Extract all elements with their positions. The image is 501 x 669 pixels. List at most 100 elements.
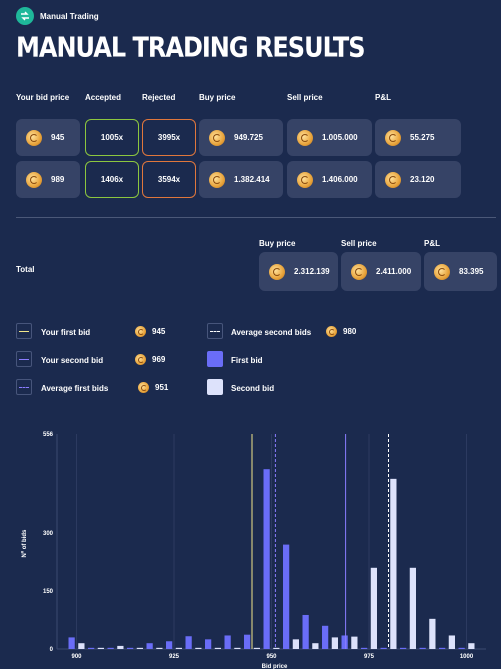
second-bid-bar — [292, 639, 299, 649]
first-bid-bar — [107, 647, 114, 649]
page-title: MANUAL TRADING RESULTS — [16, 31, 366, 64]
second-bid-bar — [156, 647, 163, 649]
second-bid-bar — [448, 635, 455, 649]
row1-rejected: 3995x — [142, 119, 196, 156]
total-buy-label: Buy price — [259, 239, 296, 248]
first-bid-bar — [224, 635, 231, 649]
second-bid-bar — [370, 567, 377, 649]
y-tick-label: 150 — [43, 589, 54, 595]
first-bid-bar — [166, 641, 173, 649]
first-bid-bar — [380, 647, 387, 649]
legend-avg-second: Average second bids — [231, 328, 312, 337]
y-tick-label: 300 — [43, 531, 54, 537]
legend-avg-first-value: 951 — [138, 382, 168, 393]
row1-accepted: 1005x — [85, 119, 139, 156]
row2-pnl: 23.120 — [410, 175, 435, 184]
legend-second-bid-number: 969 — [152, 355, 166, 364]
row1-pnl-cell: 55.275 — [375, 119, 461, 156]
second-bid-bar — [468, 643, 475, 649]
legend-avg-second-number: 980 — [343, 327, 357, 336]
shell-coin-icon — [209, 129, 225, 146]
col-accepted: Accepted — [85, 93, 122, 102]
first-bid-bar — [439, 647, 446, 649]
total-buy-cell: 2.312.139 — [259, 252, 338, 291]
total-pnl-cell: 83.395 — [424, 252, 497, 291]
second-bid-bar — [331, 637, 338, 649]
legend-second-bar: Second bid — [231, 384, 275, 393]
second-bid-bar — [234, 647, 241, 649]
legend-avg-second-swatch — [207, 323, 223, 339]
row2-accepted: 1406x — [85, 161, 139, 198]
second-bid-bar — [214, 647, 221, 649]
row1-sell-cell: 1.005.000 — [287, 119, 372, 156]
col-bid-price: Your bid price — [16, 93, 70, 102]
shell-coin-icon — [385, 171, 401, 188]
second-bid-bar — [253, 647, 260, 649]
second-bid-bar — [175, 647, 182, 649]
row2-sell: 1.406.000 — [322, 175, 358, 184]
shell-coin-icon — [209, 171, 225, 188]
shell-coin-icon — [135, 354, 146, 365]
legend-avg-first: Average first bids — [41, 384, 109, 393]
legend-first-bid-swatch — [16, 323, 32, 339]
first-bid-bar — [361, 647, 368, 649]
col-sell-price: Sell price — [287, 93, 323, 102]
shell-coin-icon — [434, 263, 450, 280]
legend-second-bid-value: 969 — [135, 354, 165, 365]
shell-coin-icon — [297, 171, 313, 188]
second-bid-bar — [409, 567, 416, 649]
row1-buy: 949.725 — [234, 133, 263, 142]
second-bid-bar — [312, 643, 319, 649]
total-sell-cell: 2.411.000 — [341, 252, 421, 291]
row2-pnl-cell: 23.120 — [375, 161, 461, 198]
row2-rejected: 3594x — [142, 161, 196, 198]
x-tick-label: 975 — [364, 654, 375, 660]
legend-avg-first-number: 951 — [155, 383, 169, 392]
y-axis-label: Nº of bids — [22, 529, 28, 558]
first-bid-bar — [322, 625, 329, 649]
second-bid-bar — [136, 647, 143, 649]
first-bid-bar — [419, 647, 426, 649]
shell-coin-icon — [26, 129, 42, 146]
legend-second-bid: Your second bid — [41, 356, 104, 365]
second-bid-bar — [78, 643, 85, 649]
legend-first-bar-swatch — [207, 351, 223, 367]
shell-coin-icon — [138, 382, 149, 393]
col-rejected: Rejected — [142, 93, 176, 102]
total-buy: 2.312.139 — [294, 267, 330, 276]
row2-buy-cell: 1.382.414 — [199, 161, 283, 198]
total-sell-label: Sell price — [341, 239, 377, 248]
x-tick-label: 950 — [266, 654, 277, 660]
first-bid-bar — [127, 647, 134, 649]
shell-coin-icon — [351, 263, 367, 280]
x-tick-label: 1000 — [460, 654, 474, 660]
legend-second-bar-swatch — [207, 379, 223, 395]
x-tick-label: 900 — [71, 654, 82, 660]
shell-coin-icon — [135, 326, 146, 337]
app-header: Manual Trading — [16, 7, 99, 25]
x-tick-label: 925 — [169, 654, 180, 660]
row1-sell: 1.005.000 — [322, 133, 358, 142]
row2-sell-cell: 1.406.000 — [287, 161, 372, 198]
first-bid-bar — [244, 634, 251, 649]
first-bid-bar — [205, 639, 212, 649]
row1-pnl: 55.275 — [410, 133, 435, 142]
shell-coin-icon — [26, 171, 42, 188]
row2-buy: 1.382.414 — [234, 175, 270, 184]
section-divider — [16, 217, 496, 218]
second-bid-bar — [429, 618, 436, 649]
first-bid-bar — [263, 469, 270, 649]
bid-histogram-chart: 0 150 300 556 900 925 950 975 1000 Nº of bids Bi… — [22, 432, 486, 669]
row1-buy-cell: 949.725 — [199, 119, 283, 156]
total-pnl-label: P&L — [424, 239, 440, 248]
legend-first-bid-number: 945 — [152, 327, 166, 336]
legend-avg-first-swatch — [16, 379, 32, 395]
first-bid-bar — [146, 643, 153, 649]
second-bid-bar — [351, 636, 358, 649]
first-bid-bar — [400, 647, 407, 649]
y-tick-label: 0 — [50, 647, 54, 653]
second-bid-bar — [273, 647, 280, 649]
second-bid-bar — [195, 647, 202, 649]
row2-bid: 989 — [51, 175, 65, 184]
first-bid-bar — [68, 637, 75, 649]
